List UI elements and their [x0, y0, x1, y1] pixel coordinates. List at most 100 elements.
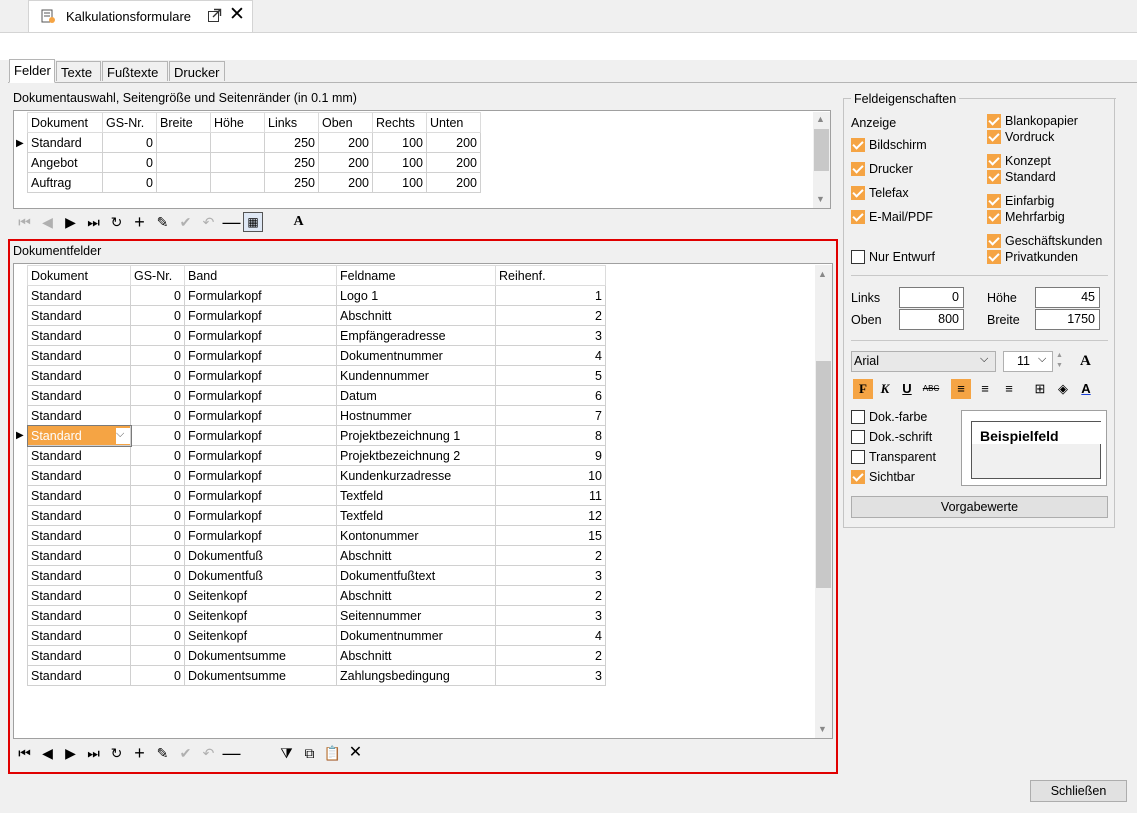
- table-cell[interactable]: Standard: [27, 385, 131, 406]
- table-cell[interactable]: [210, 152, 265, 173]
- table-cell[interactable]: Projektbezeichnung 1: [336, 425, 496, 446]
- table-cell[interactable]: Formularkopf: [184, 425, 337, 446]
- table-cell[interactable]: Standard: [27, 585, 131, 606]
- table-row[interactable]: Standard 0 Formularkopf Kundenkurzadresse 10: [27, 465, 606, 486]
- table-cell[interactable]: Abschnitt: [336, 545, 496, 566]
- table-cell[interactable]: 200: [318, 132, 373, 153]
- paste-icon[interactable]: 📋: [321, 742, 344, 764]
- table-cell[interactable]: 0: [130, 525, 185, 546]
- table-cell[interactable]: [210, 172, 265, 193]
- tab-texte[interactable]: Texte: [56, 61, 101, 81]
- target-checkbox[interactable]: Standard: [987, 170, 1056, 184]
- first-record-icon[interactable]: ⏮: [13, 211, 36, 233]
- table-cell[interactable]: Standard: [27, 525, 131, 546]
- table-cell[interactable]: 2: [495, 645, 606, 666]
- style-checkbox[interactable]: Sichtbar: [851, 470, 915, 484]
- table-cell[interactable]: 4: [495, 625, 606, 646]
- add-icon[interactable]: +: [128, 211, 151, 233]
- align-left-icon[interactable]: ≡: [951, 379, 971, 399]
- table-cell[interactable]: 11: [495, 485, 606, 506]
- target-checkbox-box[interactable]: [987, 130, 1001, 144]
- table-row[interactable]: Standard 0 Formularkopf Kontonummer 15: [27, 525, 606, 546]
- table-row[interactable]: Standard 0 Dokumentsumme Zahlungsbedingung 3: [27, 665, 606, 686]
- table-row[interactable]: Standard 0 Formularkopf Logo 11: [27, 285, 606, 306]
- table-cell[interactable]: 200: [426, 152, 481, 173]
- table-cell[interactable]: 200: [318, 152, 373, 173]
- tab-felder[interactable]: Felder: [9, 59, 55, 83]
- table-cell[interactable]: 0: [102, 152, 157, 173]
- size-dropdown-icon[interactable]: ⌵: [1038, 353, 1046, 366]
- style-checkbox-box[interactable]: [851, 430, 865, 444]
- table-cell[interactable]: 2: [495, 305, 606, 326]
- close-tab-icon[interactable]: ✕: [229, 5, 245, 24]
- style-checkbox[interactable]: Dok.-farbe: [851, 410, 927, 424]
- table-cell[interactable]: 0: [130, 585, 185, 606]
- table-cell[interactable]: Formularkopf: [184, 285, 337, 306]
- table-cell[interactable]: 200: [318, 172, 373, 193]
- table-row[interactable]: Standard 0 Formularkopf Abschnitt 2: [27, 305, 606, 326]
- table-cell[interactable]: 7: [495, 405, 606, 426]
- last-record-icon[interactable]: ⏭: [82, 211, 105, 233]
- fields-next-record-icon[interactable]: ▶: [59, 742, 82, 764]
- table-cell[interactable]: 3: [495, 605, 606, 626]
- table-cell[interactable]: 0: [130, 385, 185, 406]
- style-checkbox-box[interactable]: [851, 410, 865, 424]
- font-select[interactable]: Arial ⌵: [851, 351, 996, 372]
- table-cell[interactable]: Projektbezeichnung 2: [336, 445, 496, 466]
- table-cell[interactable]: Seitenkopf: [184, 625, 337, 646]
- table-cell[interactable]: 2: [495, 545, 606, 566]
- table-cell[interactable]: Formularkopf: [184, 485, 337, 506]
- table-row[interactable]: Standard 0 Dokumentfuß Abschnitt 2: [27, 545, 606, 566]
- table-row[interactable]: Auftrag 0 250 200 100 200: [27, 172, 481, 193]
- table-cell[interactable]: Dokumentnummer: [336, 345, 496, 366]
- fields-scroll-down-icon[interactable]: ▼: [818, 724, 827, 734]
- table-row[interactable]: Standard 0 Seitenkopf Dokumentnummer 4: [27, 625, 606, 646]
- fields-add-icon[interactable]: +: [128, 742, 151, 764]
- document-grid-scrollbar[interactable]: ▲ ▼: [813, 112, 830, 208]
- table-cell[interactable]: Standard: [27, 325, 131, 346]
- breite-field[interactable]: 1750: [1035, 309, 1100, 330]
- target-checkbox[interactable]: Vordruck: [987, 130, 1054, 144]
- table-cell[interactable]: Angebot: [27, 152, 103, 173]
- table-cell[interactable]: Textfeld: [336, 485, 496, 506]
- fields-first-record-icon[interactable]: ⏮: [13, 742, 36, 764]
- table-cell[interactable]: 0: [130, 305, 185, 326]
- table-row[interactable]: Standard 0 Formularkopf Textfeld 12: [27, 505, 606, 526]
- table-cell[interactable]: [210, 132, 265, 153]
- table-cell[interactable]: 3: [495, 665, 606, 686]
- oben-field[interactable]: 800: [899, 309, 964, 330]
- nur-entwurf-checkbox[interactable]: Nur Entwurf: [851, 250, 935, 264]
- size-select[interactable]: 11 ⌵: [1003, 351, 1053, 372]
- table-cell[interactable]: Dokumentsumme: [184, 665, 337, 686]
- copy-icon[interactable]: ⧉: [298, 742, 321, 764]
- font-icon[interactable]: A: [287, 211, 310, 233]
- table-cell[interactable]: 0: [130, 625, 185, 646]
- border-icon[interactable]: ⊞: [1030, 379, 1050, 399]
- table-cell[interactable]: 0: [130, 565, 185, 586]
- table-cell[interactable]: [156, 172, 211, 193]
- table-cell[interactable]: 0: [130, 645, 185, 666]
- table-cell[interactable]: Formularkopf: [184, 405, 337, 426]
- table-cell[interactable]: Standard ⌵: [26, 424, 132, 447]
- table-cell[interactable]: 0: [130, 505, 185, 526]
- table-cell[interactable]: Dokumentfuß: [184, 545, 337, 566]
- table-cell[interactable]: 8: [495, 425, 606, 446]
- style-checkbox-box[interactable]: [851, 470, 865, 484]
- table-row[interactable]: Standard 0 Dokumentfuß Dokumentfußtext 3: [27, 565, 606, 586]
- table-row[interactable]: Standard 0 Seitenkopf Seitennummer 3: [27, 605, 606, 626]
- table-cell[interactable]: 250: [264, 132, 319, 153]
- table-cell[interactable]: 0: [130, 545, 185, 566]
- table-cell[interactable]: Auftrag: [27, 172, 103, 193]
- table-cell[interactable]: [156, 132, 211, 153]
- align-right-icon[interactable]: ≡: [999, 379, 1019, 399]
- style-checkbox-box[interactable]: [851, 450, 865, 464]
- strikethrough-icon[interactable]: ABC: [921, 379, 941, 399]
- fields-prior-record-icon[interactable]: ◀: [36, 742, 59, 764]
- table-cell[interactable]: 3: [495, 565, 606, 586]
- tab-drucker[interactable]: Drucker: [169, 61, 225, 81]
- style-checkbox[interactable]: Transparent: [851, 450, 936, 464]
- fill-color-icon[interactable]: ◈: [1053, 379, 1073, 399]
- nur-entwurf-box[interactable]: [851, 250, 865, 264]
- table-cell[interactable]: Datum: [336, 385, 496, 406]
- bold-icon[interactable]: F: [853, 379, 873, 399]
